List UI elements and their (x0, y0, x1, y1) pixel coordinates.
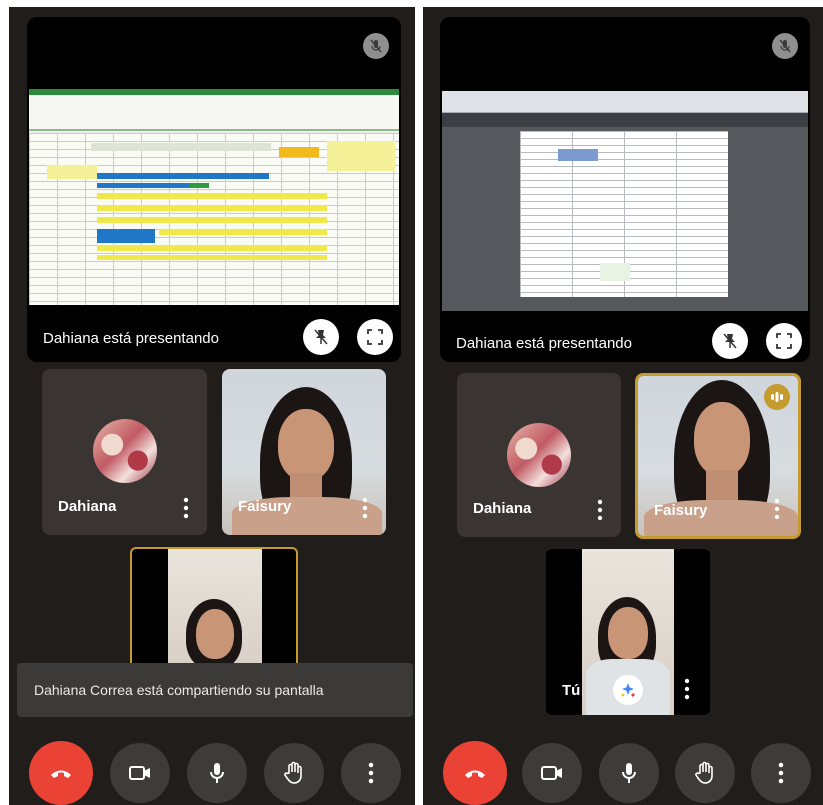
more-vert-icon[interactable] (684, 677, 690, 701)
presentation-card[interactable]: Dahiana está presentando (27, 17, 401, 362)
more-options-button[interactable] (341, 743, 401, 803)
more-vert-icon[interactable] (597, 498, 603, 522)
shared-screen-spreadsheet (29, 89, 399, 305)
raise-hand-button[interactable] (675, 743, 735, 803)
end-call-icon (465, 770, 485, 778)
speaking-icon (764, 384, 790, 410)
more-options-button[interactable] (751, 743, 811, 803)
self-view-tile[interactable]: Tú (546, 549, 710, 715)
pin-off-icon (314, 329, 328, 345)
pdf-toolbar (442, 113, 808, 127)
participant-tile-faisury[interactable]: Faisury (635, 373, 801, 539)
more-vert-icon[interactable] (362, 496, 368, 520)
screen-share-toast: Dahiana Correa está compartiendo su pant… (17, 663, 413, 717)
hand-icon (695, 761, 713, 784)
effects-button[interactable] (613, 675, 643, 705)
fullscreen-icon (776, 333, 792, 349)
fullscreen-button[interactable] (357, 319, 393, 355)
fullscreen-button[interactable] (766, 323, 802, 359)
participant-name: Dahiana (58, 498, 117, 515)
self-video (168, 549, 262, 671)
avatar (507, 423, 571, 487)
camera-icon (541, 766, 562, 780)
browser-bar (442, 91, 808, 113)
more-vert-icon[interactable] (183, 496, 189, 520)
self-name: Tú (562, 682, 581, 699)
mic-icon (210, 763, 224, 783)
avatar (92, 419, 157, 483)
camera-button[interactable] (110, 743, 170, 803)
end-call-button[interactable] (443, 741, 507, 805)
more-vert-icon[interactable] (774, 497, 780, 521)
mic-off-icon (363, 33, 389, 59)
call-controls (9, 727, 415, 805)
fullscreen-icon (367, 329, 383, 345)
end-call-icon (51, 770, 71, 778)
participant-tile-dahiana[interactable]: Dahiana (457, 373, 621, 537)
camera-icon (129, 766, 150, 780)
participant-name: Faisury (238, 498, 292, 515)
presentation-card[interactable]: Dahiana está presentando (440, 17, 810, 362)
spreadsheet-grid (29, 133, 399, 305)
call-screen-left: Dahiana está presentando Dahiana Faisury… (9, 7, 415, 805)
call-controls (423, 727, 823, 805)
mic-button[interactable] (187, 743, 247, 803)
call-screen-right: Dahiana está presentando Dahiana Faisury (423, 7, 823, 805)
presenting-caption: Dahiana está presentando (43, 330, 219, 347)
camera-button[interactable] (522, 743, 582, 803)
participant-tile-faisury[interactable]: Faisury (222, 369, 386, 535)
participant-name: Dahiana (473, 500, 532, 517)
mic-icon (622, 763, 636, 783)
pdf-page (520, 131, 728, 297)
raise-hand-button[interactable] (264, 743, 324, 803)
more-vert-icon (778, 762, 784, 784)
participant-tile-dahiana[interactable]: Dahiana (42, 369, 207, 535)
shared-screen-pdf (442, 91, 808, 311)
unpin-button[interactable] (303, 319, 339, 355)
unpin-button[interactable] (712, 323, 748, 359)
effects-icon (621, 683, 635, 697)
self-view-tile[interactable] (130, 547, 298, 673)
pin-off-icon (723, 333, 737, 349)
participant-name: Faisury (654, 502, 708, 519)
presenting-caption: Dahiana está presentando (456, 335, 632, 352)
more-vert-icon (368, 762, 374, 784)
end-call-button[interactable] (29, 741, 93, 805)
mic-button[interactable] (599, 743, 659, 803)
spreadsheet-ribbon (29, 89, 399, 131)
mic-off-icon (772, 33, 798, 59)
hand-icon (284, 761, 302, 784)
